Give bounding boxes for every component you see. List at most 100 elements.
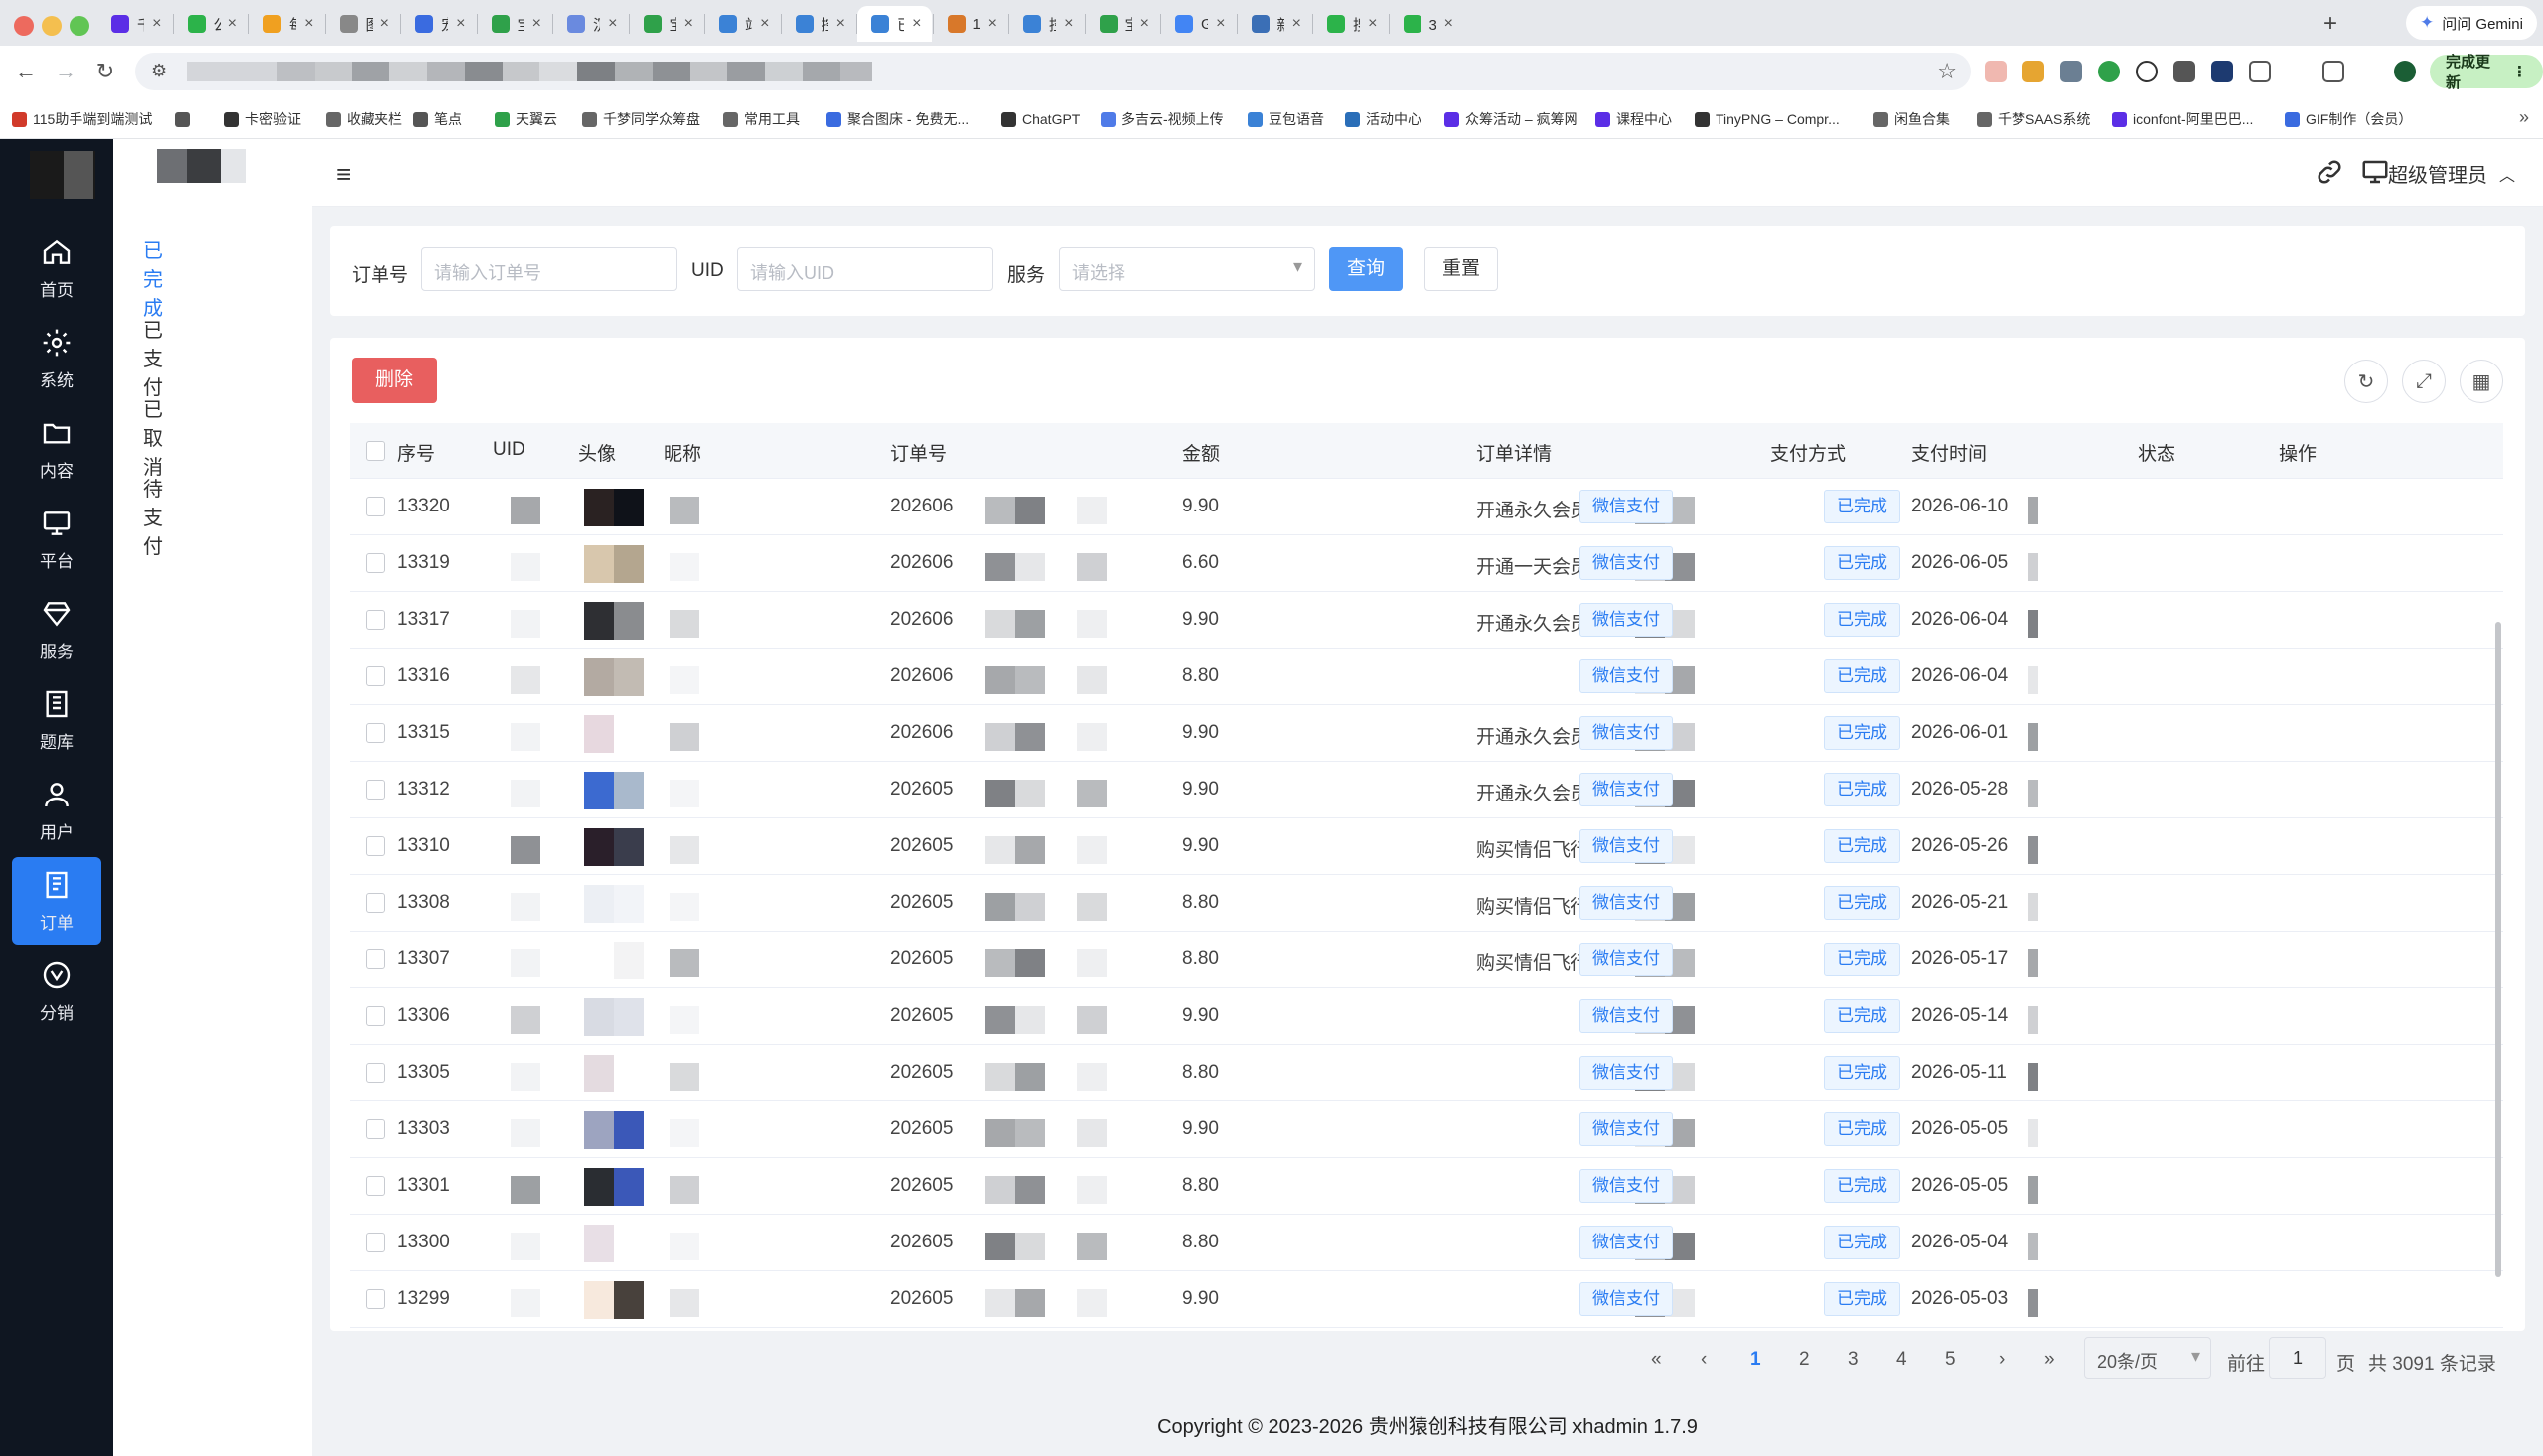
table-row[interactable]: 13301 202605 8.80 微信支付 2026-05-05 已完成 bbox=[350, 1158, 2503, 1215]
page-number[interactable]: 5 bbox=[1945, 1349, 1956, 1371]
back-button[interactable]: ← bbox=[10, 56, 42, 87]
close-tab-icon[interactable]: × bbox=[380, 15, 389, 33]
browser-tab[interactable]: 沉溺的 × bbox=[553, 6, 628, 42]
bookmark-item[interactable]: 闲鱼合集 bbox=[1873, 108, 1950, 130]
close-tab-icon[interactable]: × bbox=[608, 15, 617, 33]
table-row[interactable]: 13317 202606 9.90 开通永久会员 微信支付 2026-06-04 已完成 bbox=[350, 592, 2503, 649]
row-checkbox[interactable] bbox=[366, 1119, 385, 1139]
table-row[interactable]: 13320 202606 9.90 开通永久会员 微信支付 2026-06-10 已完成 bbox=[350, 479, 2503, 535]
last-page-icon[interactable]: » bbox=[2044, 1349, 2055, 1371]
extension-icon[interactable] bbox=[2060, 61, 2082, 82]
bookmark-star-icon[interactable]: ☆ bbox=[1937, 59, 1957, 84]
table-row[interactable]: 13316 202606 8.80 微信支付 2026-06-04 已完成 bbox=[350, 649, 2503, 705]
table-row[interactable]: 13299 202605 9.90 微信支付 2026-05-03 已完成 bbox=[350, 1271, 2503, 1328]
rail-item[interactable]: 首页 bbox=[12, 224, 101, 312]
extension-icon[interactable] bbox=[1985, 61, 2007, 82]
browser-tab[interactable]: 站点管 × bbox=[705, 6, 780, 42]
puzzle-icon[interactable] bbox=[2249, 61, 2271, 82]
table-row[interactable]: 13306 202605 9.90 微信支付 2026-05-14 已完成 bbox=[350, 988, 2503, 1045]
page-number[interactable]: 4 bbox=[1896, 1349, 1907, 1371]
page-number[interactable]: 3 bbox=[1848, 1349, 1859, 1371]
browser-tab[interactable]: 搜索 - × bbox=[1313, 6, 1388, 42]
bookmark-item[interactable]: 天翼云 bbox=[495, 108, 557, 130]
bookmark-item[interactable]: 卡密验证 bbox=[224, 108, 301, 130]
row-checkbox[interactable] bbox=[366, 1063, 385, 1083]
reset-button[interactable]: 重置 bbox=[1424, 247, 1498, 291]
row-checkbox[interactable] bbox=[366, 1006, 385, 1026]
columns-icon[interactable]: ▦ bbox=[2460, 360, 2503, 403]
extension-icon[interactable] bbox=[2098, 61, 2120, 82]
browser-tab[interactable]: 公众号 × bbox=[174, 6, 248, 42]
next-page-icon[interactable]: › bbox=[1999, 1349, 2005, 1371]
extension-icon[interactable] bbox=[2022, 61, 2044, 82]
subnav-item[interactable]: 已取消 bbox=[143, 393, 163, 480]
browser-tab[interactable]: 宝塔Li × bbox=[630, 6, 704, 42]
bookmark-item[interactable]: TinyPNG – Compr... bbox=[1695, 108, 1840, 130]
rail-item[interactable]: 服务 bbox=[12, 586, 101, 673]
browser-tab[interactable]: 图书云 × bbox=[326, 6, 400, 42]
bookmark-item[interactable]: 课程中心 bbox=[1595, 108, 1672, 130]
browser-tab[interactable]: 新增语 × bbox=[1238, 6, 1312, 42]
new-tab-button[interactable]: + bbox=[2315, 8, 2346, 40]
close-tab-icon[interactable]: × bbox=[304, 15, 313, 33]
bookmark-item[interactable]: 众筹活动 – 疯筹网 bbox=[1444, 108, 1578, 130]
bookmark-item[interactable]: 常用工具 bbox=[723, 108, 800, 130]
table-row[interactable]: 13312 202605 9.90 开通永久会员 微信支付 2026-05-28 已完成 bbox=[350, 762, 2503, 818]
bookmark-item[interactable]: 豆包语音 bbox=[1248, 108, 1324, 130]
service-select[interactable]: 请选择 ▾ bbox=[1059, 247, 1315, 291]
close-tab-icon[interactable]: × bbox=[760, 15, 769, 33]
table-row[interactable]: 13308 202605 8.80 购买情侣飞行棋 微信支付 2026-05-21 已完成 bbox=[350, 875, 2503, 932]
query-button[interactable]: 查询 bbox=[1329, 247, 1403, 291]
subnav-item[interactable]: 已完成 bbox=[143, 234, 163, 321]
close-tab-icon[interactable]: × bbox=[1216, 15, 1225, 33]
bookmark-item[interactable]: 活动中心 bbox=[1345, 108, 1421, 130]
bookmark-item[interactable]: 多吉云-视频上传 bbox=[1101, 108, 1224, 130]
bookmark-item[interactable]: 115助手端到端测试 bbox=[12, 108, 152, 130]
more-bookmarks-icon[interactable]: » bbox=[2519, 107, 2529, 128]
sidebar-icon[interactable] bbox=[2322, 61, 2344, 82]
table-row[interactable]: 13315 202606 9.90 开通永久会员 微信支付 2026-06-01 已完成 bbox=[350, 705, 2503, 762]
row-checkbox[interactable] bbox=[366, 1289, 385, 1309]
link-icon[interactable] bbox=[2315, 157, 2344, 187]
minimize-window-button[interactable] bbox=[42, 16, 62, 36]
bookmark-item[interactable]: 聚合图床 - 免费无... bbox=[826, 108, 969, 130]
bookmark-item[interactable]: 千梦同学众筹盘 bbox=[582, 108, 700, 130]
row-checkbox[interactable] bbox=[366, 780, 385, 800]
row-checkbox[interactable] bbox=[366, 723, 385, 743]
order-number-input[interactable]: 请输入订单号 bbox=[421, 247, 677, 291]
close-tab-icon[interactable]: × bbox=[152, 15, 161, 33]
gemini-button[interactable]: ✦ 问问 Gemini bbox=[2406, 6, 2537, 40]
first-page-icon[interactable]: « bbox=[1651, 1349, 1662, 1371]
close-tab-icon[interactable]: × bbox=[1444, 15, 1453, 33]
browser-tab[interactable]: 30.备 × bbox=[1390, 6, 1464, 42]
page-number[interactable]: 1 bbox=[1750, 1349, 1761, 1371]
profile-avatar[interactable] bbox=[2394, 61, 2416, 82]
bookmark-item[interactable]: iconfont-阿里巴巴... bbox=[2112, 108, 2253, 130]
close-tab-icon[interactable]: × bbox=[532, 15, 541, 33]
extension-icon[interactable] bbox=[2136, 61, 2158, 82]
close-tab-icon[interactable]: × bbox=[684, 15, 693, 33]
bookmark-item[interactable] bbox=[175, 108, 196, 130]
table-row[interactable]: 13303 202605 9.90 微信支付 2026-05-05 已完成 bbox=[350, 1101, 2503, 1158]
table-scrollbar[interactable] bbox=[2495, 622, 2501, 1277]
delete-button[interactable]: 删除 bbox=[352, 358, 437, 403]
subnav-item[interactable]: 已支付 bbox=[143, 314, 163, 400]
browser-tab[interactable]: 控制台 × bbox=[782, 6, 856, 42]
browser-tab[interactable]: 宠物托 × bbox=[401, 6, 476, 42]
browser-tab[interactable]: 已完成 × bbox=[857, 6, 932, 42]
row-checkbox[interactable] bbox=[366, 836, 385, 856]
close-tab-icon[interactable]: × bbox=[228, 15, 237, 33]
fullscreen-icon[interactable]: ⤢ bbox=[2402, 360, 2446, 403]
browser-tab[interactable]: 宝塔Li × bbox=[478, 6, 552, 42]
row-checkbox[interactable] bbox=[366, 1176, 385, 1196]
reload-button[interactable]: ↻ bbox=[89, 56, 121, 87]
rail-item[interactable]: 系统 bbox=[12, 315, 101, 402]
bookmark-item[interactable]: 千梦SAAS系统 bbox=[1977, 108, 2090, 130]
goto-page-input[interactable]: 1 bbox=[2269, 1337, 2326, 1379]
finish-update-button[interactable]: 完成更新 ⋮ bbox=[2430, 54, 2543, 91]
menu-toggle-icon[interactable]: ≡ bbox=[336, 159, 351, 190]
close-tab-icon[interactable]: × bbox=[1368, 15, 1377, 33]
page-number[interactable]: 2 bbox=[1799, 1349, 1810, 1371]
refresh-icon[interactable]: ↻ bbox=[2344, 360, 2388, 403]
close-tab-icon[interactable]: × bbox=[456, 15, 465, 33]
